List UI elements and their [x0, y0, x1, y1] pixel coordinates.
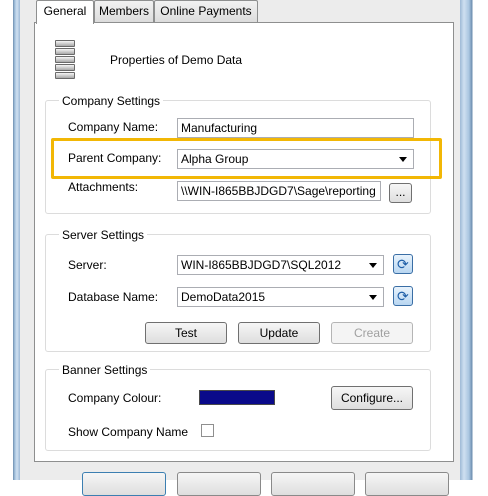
database-name-label: Database Name:: [68, 290, 159, 304]
refresh-icon: ⟳: [397, 288, 409, 304]
chevron-down-icon: [369, 263, 377, 268]
server-settings-title: Server Settings: [59, 228, 148, 242]
refresh-databases-button[interactable]: ⟳: [393, 286, 413, 306]
company-name-field[interactable]: Manufacturing: [177, 118, 414, 138]
browse-attachments-button[interactable]: ...: [389, 183, 412, 203]
tab-general[interactable]: General: [36, 0, 94, 24]
company-colour-label: Company Colour:: [68, 391, 162, 405]
company-name-label: Company Name:: [68, 120, 159, 134]
properties-dialog: General Members Online Payments Properti…: [20, 0, 460, 496]
cancel-button[interactable]: [177, 472, 261, 496]
configure-button[interactable]: Configure...: [331, 386, 413, 410]
refresh-icon: ⟳: [397, 256, 409, 272]
database-name-value: DemoData2015: [181, 290, 266, 304]
server-label: Server:: [68, 258, 107, 272]
attachments-field[interactable]: \\WIN-I865BBJDGD7\Sage\reporting: [177, 181, 381, 201]
update-button[interactable]: Update: [238, 322, 320, 344]
help-button[interactable]: [365, 472, 449, 496]
window-frame-right: [460, 0, 476, 480]
attachments-label: Attachments:: [68, 180, 139, 194]
chevron-down-icon: [369, 295, 377, 300]
parent-company-highlight: [51, 138, 442, 179]
test-button[interactable]: Test: [145, 322, 227, 344]
server-dropdown[interactable]: WIN-I865BBJDGD7\SQL2012: [177, 255, 384, 275]
page-title: Properties of Demo Data: [110, 53, 243, 67]
company-settings-title: Company Settings: [59, 94, 164, 108]
apply-button[interactable]: [271, 472, 355, 496]
banner-settings-title: Banner Settings: [59, 363, 151, 377]
create-button: Create: [331, 322, 413, 344]
ok-button[interactable]: [82, 472, 166, 496]
database-icon: [55, 40, 75, 79]
refresh-servers-button[interactable]: ⟳: [393, 254, 413, 274]
server-value: WIN-I865BBJDGD7\SQL2012: [181, 258, 342, 272]
window-frame-left: [0, 0, 20, 480]
show-company-name-checkbox[interactable]: [201, 424, 214, 437]
company-colour-swatch: [199, 390, 275, 405]
tab-members[interactable]: Members: [94, 0, 154, 22]
tab-online-payments[interactable]: Online Payments: [154, 0, 258, 22]
database-name-dropdown[interactable]: DemoData2015: [177, 287, 384, 307]
show-company-name-label: Show Company Name: [68, 425, 189, 439]
